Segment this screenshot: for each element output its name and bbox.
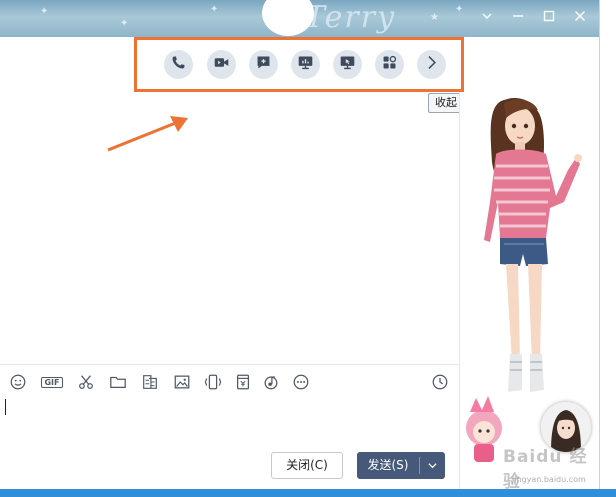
input-toolbar: GIF	[0, 367, 459, 395]
emoji-icon[interactable]	[8, 372, 28, 392]
chat-function-toolbar	[134, 37, 464, 92]
text-caret	[5, 399, 6, 415]
message-history-area[interactable]	[0, 92, 460, 364]
sparkle-decoration: ✦	[210, 4, 219, 15]
font-icon[interactable]	[140, 372, 160, 392]
presentation-icon	[297, 54, 314, 75]
history-clock-icon[interactable]	[430, 372, 450, 392]
send-label: 发送(S)	[367, 458, 409, 472]
expand-more-button[interactable]	[417, 50, 446, 79]
taskbar-edge	[0, 489, 616, 497]
message-input[interactable]	[0, 396, 459, 446]
close-icon[interactable]	[571, 9, 589, 27]
maximize-icon[interactable]	[540, 9, 558, 27]
sparkle-decoration: ✦	[40, 6, 49, 17]
red-packet-icon[interactable]	[233, 372, 253, 392]
remote-screen-icon	[339, 54, 356, 75]
apps-icon	[381, 54, 398, 75]
shake-icon[interactable]	[203, 372, 223, 392]
video-icon	[213, 54, 230, 75]
minimize-icon[interactable]	[509, 9, 527, 27]
more-icon[interactable]	[291, 372, 311, 392]
new-chat-button[interactable]	[249, 50, 278, 79]
send-button[interactable]: 发送(S)	[357, 452, 445, 479]
title-banner: ✦ ✦ ✦ ★ ✦ Terry	[0, 0, 599, 37]
apps-button[interactable]	[375, 50, 404, 79]
video-call-button[interactable]	[207, 50, 236, 79]
gif-icon[interactable]: GIF	[40, 372, 64, 392]
sparkle-decoration: ★	[430, 12, 439, 23]
banner-word: Terry	[305, 0, 397, 35]
remote-assist-button[interactable]	[333, 50, 362, 79]
folder-icon[interactable]	[108, 372, 128, 392]
gif-label: GIF	[41, 376, 63, 388]
sparkle-decoration: ✦	[455, 4, 464, 15]
screen-share-button[interactable]	[291, 50, 320, 79]
input-divider	[0, 364, 459, 365]
chat-window: ✦ ✦ ✦ ★ ✦ Terry 收起 GIF 关闭(C) 发送(S) Baidu…	[0, 0, 600, 489]
image-icon[interactable]	[172, 372, 192, 392]
watermark-url: jingyan.baidu.com	[512, 475, 586, 484]
chevron-down-icon[interactable]	[478, 9, 496, 27]
chat-plus-icon	[255, 54, 272, 75]
chevron-down-icon[interactable]	[420, 452, 445, 479]
scissors-icon[interactable]	[76, 372, 96, 392]
chevron-right-icon	[423, 54, 440, 75]
music-icon[interactable]	[261, 372, 281, 392]
sparkle-decoration: ✦	[120, 18, 129, 29]
voice-call-button[interactable]	[164, 50, 193, 79]
close-button[interactable]: 关闭(C)	[271, 452, 343, 479]
phone-icon	[170, 54, 187, 75]
annotation-arrow	[107, 116, 188, 152]
